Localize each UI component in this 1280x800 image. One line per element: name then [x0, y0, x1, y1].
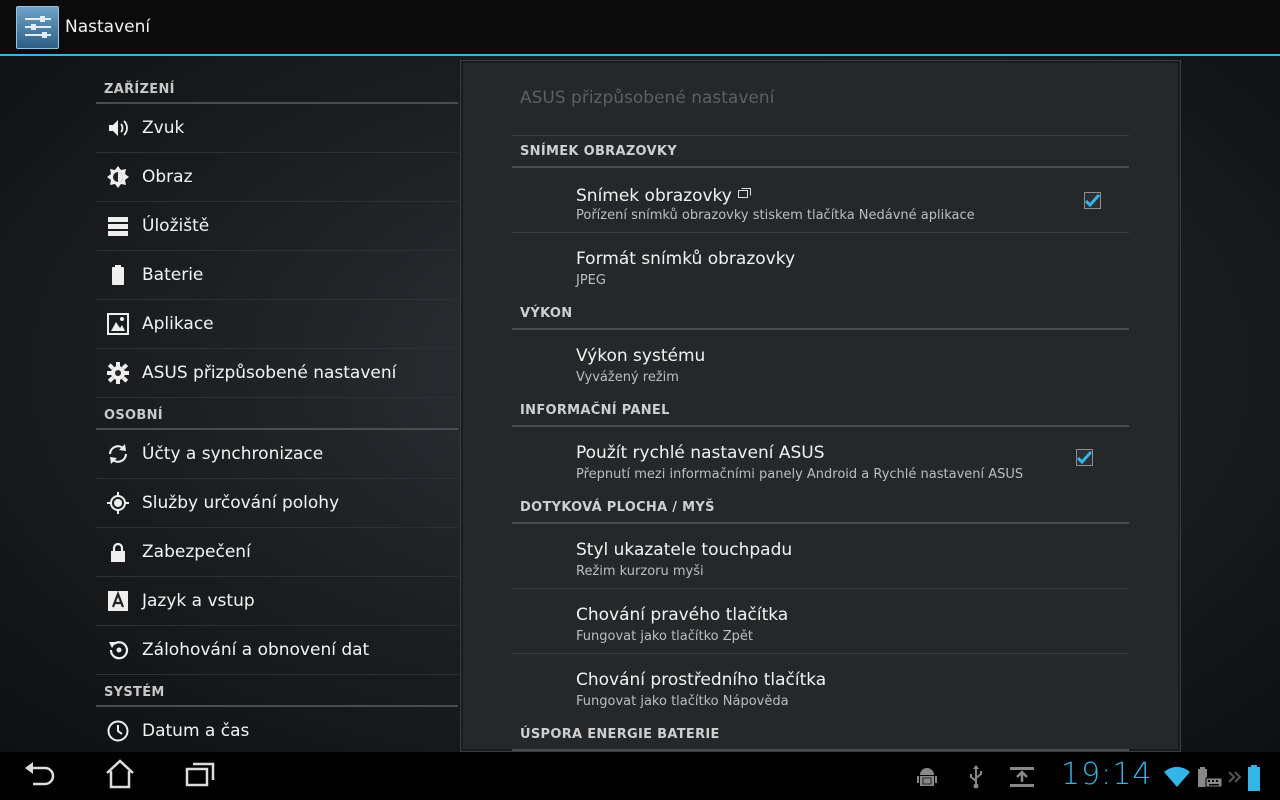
header-item-label: Účty a synchronizace [142, 444, 324, 464]
pref-asus-quick-settings[interactable]: Použít rychlé nastavení ASUS Přepnutí me… [512, 427, 1129, 492]
header-item-label: Zvuk [142, 118, 185, 138]
pref-screenshot[interactable]: Snímek obrazovky Pořízení snímků obrazov… [512, 168, 1129, 233]
header-item-storage[interactable]: Úložiště [96, 202, 458, 251]
back-button[interactable] [20, 760, 60, 792]
header-item-accounts-sync[interactable]: Účty a synchronizace [96, 430, 458, 479]
section-header-battery-saving: ÚSPORA ENERGIE BATERIE [512, 719, 1129, 751]
home-button[interactable] [100, 759, 140, 793]
location-icon [106, 491, 130, 515]
section-header-screenshot: SNÍMEK OBRAZOVKY [512, 136, 1129, 168]
wifi-icon[interactable] [1164, 764, 1190, 790]
status-clock[interactable]: 19:14 [1061, 757, 1152, 792]
pref-summary: Pořízení snímků obrazovky stiskem tlačít… [576, 208, 975, 223]
chevron-right-icon[interactable] [1228, 764, 1242, 790]
app-title: Nastavení [65, 17, 151, 37]
header-item-label: Aplikace [142, 314, 214, 334]
header-item-battery[interactable]: Baterie [96, 251, 458, 300]
header-item-asus-settings[interactable]: ASUS přizpůsobené nastavení [96, 349, 458, 398]
usb-icon[interactable] [966, 764, 986, 790]
header-item-display[interactable]: Obraz [96, 153, 458, 202]
header-item-label: Jazyk a vstup [142, 591, 255, 611]
brightness-icon [106, 165, 130, 189]
battery-status-icon[interactable] [1246, 764, 1262, 792]
pref-summary: Vyvážený režim [576, 370, 679, 385]
asus-settings-pane: ASUS přizpůsobené nastavení SNÍMEK OBRAZ… [460, 60, 1181, 752]
category-header-device: ZAŘÍZENÍ [96, 72, 458, 104]
pref-title: Formát snímků obrazovky [576, 249, 796, 269]
header-item-language-input[interactable]: Jazyk a vstup [96, 577, 458, 626]
pref-middle-button-behavior[interactable]: Chování prostředního tlačítka Fungovat j… [512, 654, 1129, 719]
recent-apps-button[interactable] [180, 760, 220, 792]
keyboard-battery-icon[interactable] [1196, 764, 1224, 790]
pref-title: Styl ukazatele touchpadu [576, 540, 793, 560]
header-item-label: Zálohování a obnovení dat [142, 640, 370, 660]
pref-summary: JPEG [576, 273, 606, 288]
pref-system-performance[interactable]: Výkon systému Vyvážený režim [512, 330, 1129, 395]
pref-right-button-behavior[interactable]: Chování pravého tlačítka Fungovat jako t… [512, 589, 1129, 654]
system-bar: 19:14 [0, 752, 1280, 800]
gear-icon [106, 361, 130, 385]
header-item-location[interactable]: Služby určování polohy [96, 479, 458, 528]
back-icon [23, 760, 57, 792]
settings-app-icon[interactable] [16, 5, 59, 49]
section-header-touchpad-mouse: DOTYKOVÁ PLOCHA / MYŠ [512, 492, 1129, 524]
header-item-security[interactable]: Zabezpečení [96, 528, 458, 577]
pref-title: Snímek obrazovky [576, 184, 752, 206]
pref-summary: Přepnutí mezi informačními panely Androi… [576, 467, 1024, 482]
pref-title: Výkon systému [576, 346, 706, 366]
pref-summary: Fungovat jako tlačítko Zpět [576, 629, 754, 644]
backup-icon [106, 638, 130, 662]
category-header-system: SYSTÉM [96, 675, 458, 707]
header-item-date-time[interactable]: Datum a čas [96, 707, 458, 752]
apps-icon [106, 312, 130, 336]
lock-icon [106, 540, 130, 564]
recent-apps-icon [737, 184, 752, 204]
language-icon [106, 589, 130, 613]
header-item-apps[interactable]: Aplikace [96, 300, 458, 349]
header-item-label: Datum a čas [142, 721, 250, 741]
header-item-label: Zabezpečení [142, 542, 251, 562]
pref-screenshot-format[interactable]: Formát snímků obrazovky JPEG [512, 233, 1129, 298]
pref-title: Chování pravého tlačítka [576, 605, 789, 625]
settings-header-list: ZAŘÍZENÍ Zvuk Obraz Úložiště Baterie Apl… [96, 72, 458, 752]
download-icon[interactable] [1008, 764, 1036, 790]
header-item-backup-reset[interactable]: Zálohování a obnovení dat [96, 626, 458, 675]
header-item-label: Úložiště [142, 216, 210, 236]
pref-summary: Režim kurzoru myši [576, 564, 704, 579]
quick-settings-checkbox[interactable] [1076, 449, 1093, 466]
storage-icon [106, 214, 130, 238]
pref-touchpad-pointer-style[interactable]: Styl ukazatele touchpadu Režim kurzoru m… [512, 524, 1129, 589]
pref-title: Použít rychlé nastavení ASUS [576, 443, 825, 463]
header-item-sound[interactable]: Zvuk [96, 104, 458, 153]
recent-apps-icon [184, 760, 216, 792]
pref-summary: Fungovat jako tlačítko Nápověda [576, 694, 789, 709]
clock-icon [106, 719, 130, 743]
android-debug-icon[interactable] [916, 764, 938, 790]
category-header-personal: OSOBNÍ [96, 398, 458, 430]
header-item-label: Služby určování polohy [142, 493, 340, 513]
pref-title: Chování prostředního tlačítka [576, 670, 827, 690]
screenshot-checkbox[interactable] [1084, 192, 1101, 209]
header-item-label: Baterie [142, 265, 204, 285]
action-bar: Nastavení [0, 0, 1280, 56]
section-header-performance: VÝKON [512, 298, 1129, 330]
settings-content: ZAŘÍZENÍ Zvuk Obraz Úložiště Baterie Apl… [0, 56, 1280, 752]
pane-title: ASUS přizpůsobené nastavení [512, 61, 1129, 136]
section-header-notification-panel: INFORMAČNÍ PANEL [512, 395, 1129, 427]
sync-icon [106, 442, 130, 466]
header-item-label: Obraz [142, 167, 193, 187]
volume-icon [106, 116, 130, 140]
header-item-label: ASUS přizpůsobené nastavení [142, 363, 397, 383]
battery-icon [106, 263, 130, 287]
home-icon [104, 759, 136, 793]
